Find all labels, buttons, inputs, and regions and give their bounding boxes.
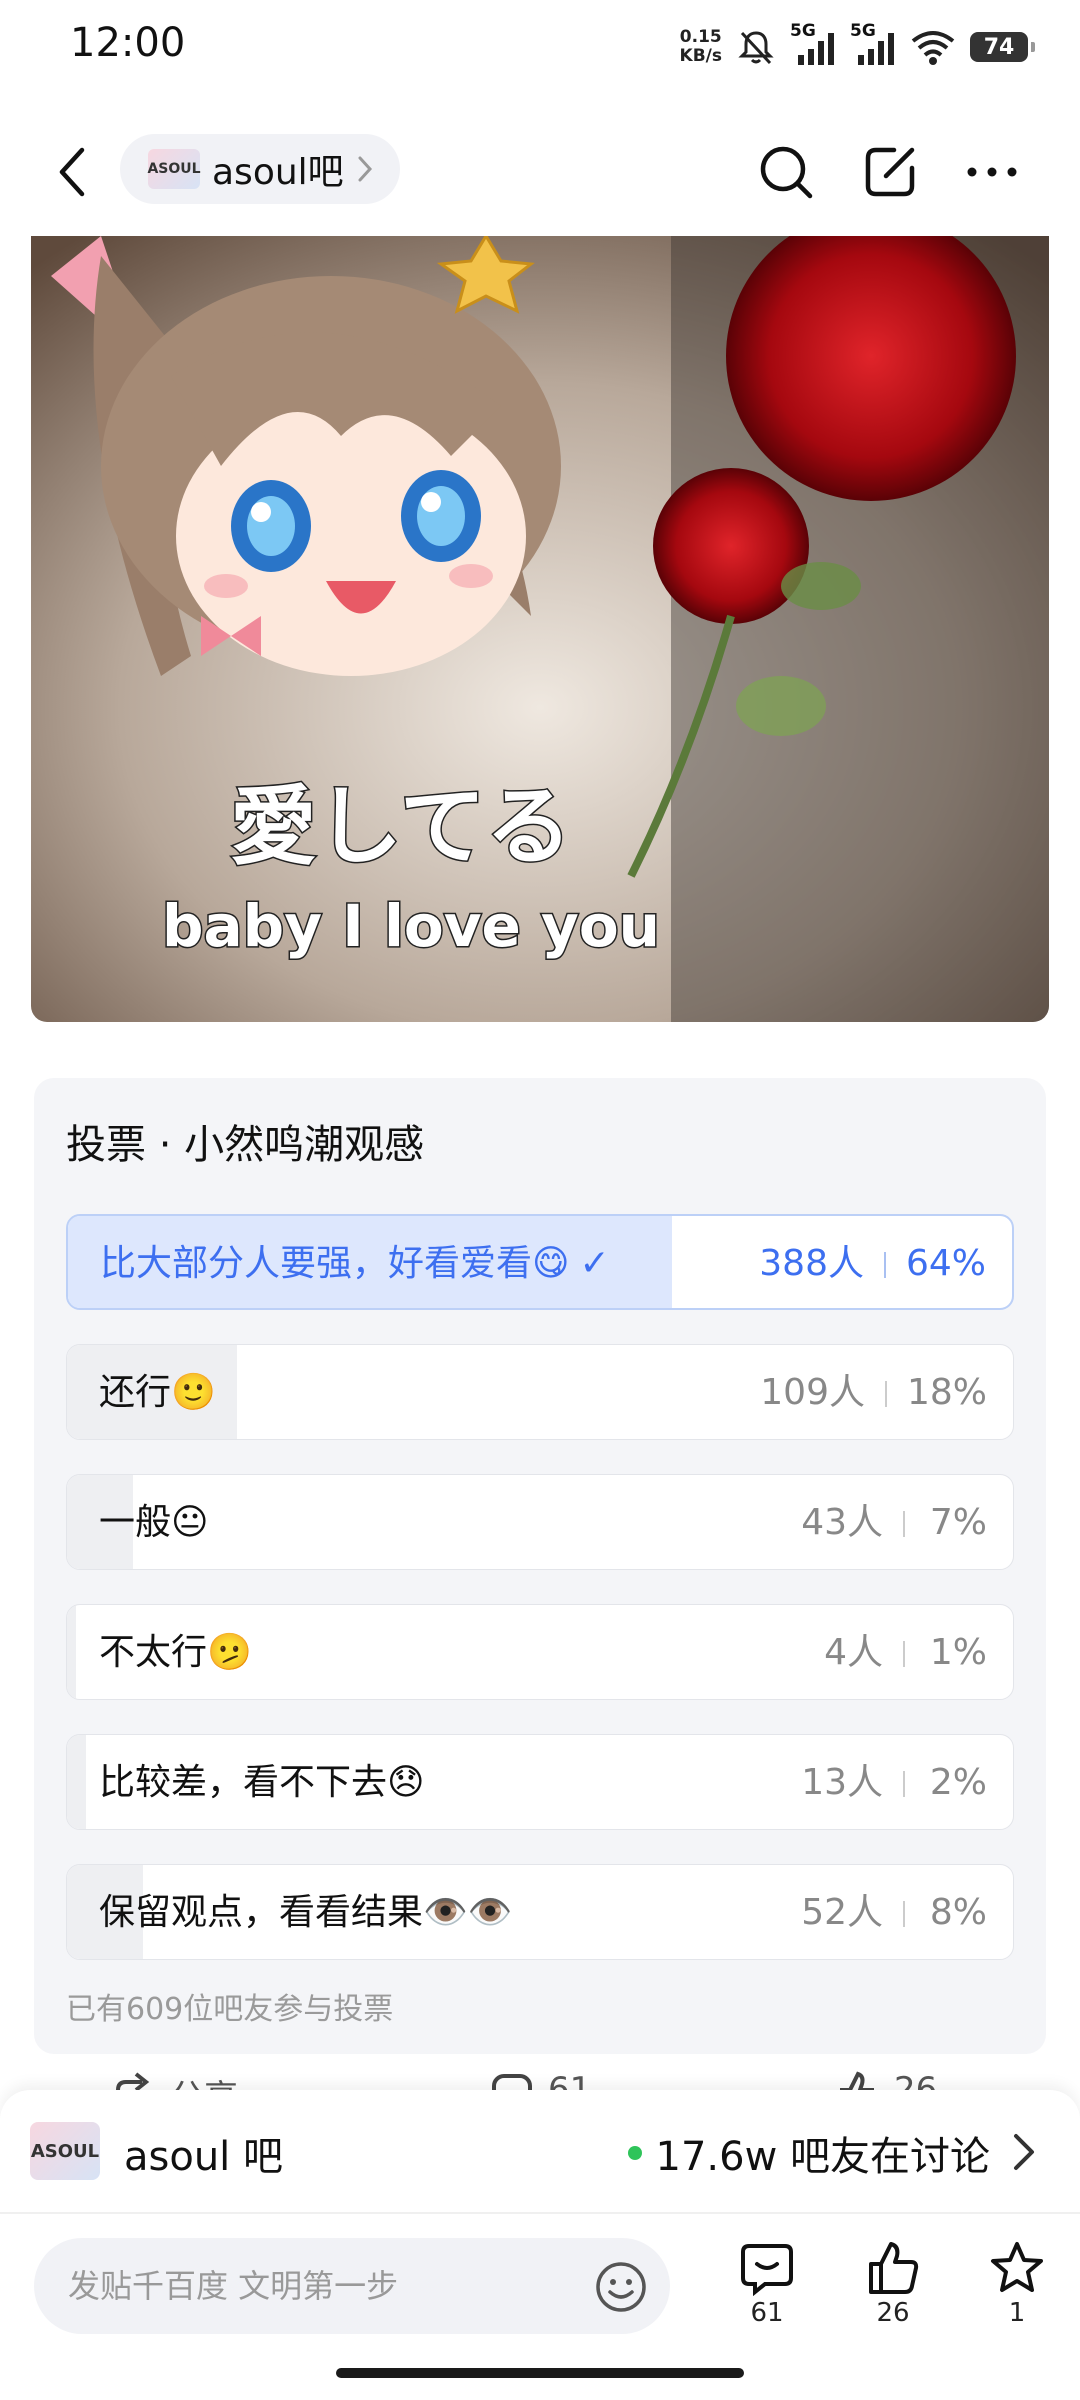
status-bar: 12:00 0.15 KB/s 5G 5G 74 <box>0 0 1080 96</box>
wifi-icon <box>911 31 955 65</box>
chevron-right-icon <box>358 156 372 182</box>
poll-card: 投票 · 小然鸣潮观感 比大部分人要强，好看爱看😋 ✓ 388人 64% 还行🙂 1… <box>34 1078 1046 2054</box>
battery-icon: 74 <box>970 32 1035 62</box>
mute-icon <box>738 31 774 65</box>
like-button[interactable]: 26 <box>848 2240 938 2328</box>
like-count: 26 <box>876 2298 910 2328</box>
poll-option-stats: 109人 18% <box>760 1345 987 1439</box>
thumb-up-icon <box>869 2242 919 2294</box>
online-count-text: 17.6w 吧友在讨论 <box>655 2134 991 2180</box>
network-speed: 0.15 KB/s <box>680 28 722 66</box>
signal-1-icon: 5G <box>790 21 836 67</box>
post-image-art: 愛してる baby I love you <box>31 236 1049 1022</box>
online-dot-icon <box>627 2146 642 2160</box>
poll-option-5[interactable]: 比较差，看不下去😞 13人 2% <box>66 1734 1014 1830</box>
rose-small <box>653 468 809 624</box>
poll-option-percent: 8% <box>929 1892 987 1933</box>
poll-option-label: 还行🙂 <box>99 1372 216 1413</box>
star-icon <box>991 2242 1043 2292</box>
chevron-right-icon <box>1014 2134 1034 2170</box>
poll-option-label: 保留观点，看看结果👁️👁️ <box>99 1892 513 1933</box>
poll-option-count: 109人 <box>760 1372 865 1413</box>
comment-input-placeholder: 发贴千百度 文明第一步 <box>68 2267 399 2305</box>
poll-option-fill <box>67 1735 86 1829</box>
network-speed-unit: KB/s <box>679 46 722 66</box>
emoji-icon[interactable] <box>594 2260 648 2314</box>
check-icon: ✓ <box>579 1243 610 1284</box>
poll-option-percent: 1% <box>929 1632 987 1673</box>
poll-option-stats: 388人 64% <box>759 1216 986 1308</box>
forum-logo-text: ASOUL <box>147 161 201 177</box>
poll-title: 投票 · 小然鸣潮观感 <box>66 1122 425 1168</box>
online-status: 17.6w 吧友在讨论 <box>627 2124 991 2182</box>
poll-participants: 已有609位吧友参与投票 <box>66 1992 394 2027</box>
forum-bar[interactable]: ASOUL asoul 吧 17.6w 吧友在讨论 <box>0 2090 1080 2214</box>
poll-option-label: 不太行🫤 <box>99 1632 252 1673</box>
poll-option-label: 一般😐 <box>99 1502 209 1543</box>
poll-option-fill <box>67 1605 77 1699</box>
poll-option-count: 13人 <box>801 1762 883 1803</box>
forum-pill[interactable]: ASOUL asoul吧 <box>120 134 400 204</box>
poll-option-text: 比大部分人要强，好看爱看😋 <box>100 1243 570 1284</box>
poll-option-percent: 64% <box>905 1243 986 1284</box>
battery-level: 74 <box>983 34 1015 60</box>
poll-option-1[interactable]: 比大部分人要强，好看爱看😋 ✓ 388人 64% <box>66 1214 1014 1310</box>
image-caption-jp: 愛してる <box>230 777 571 877</box>
search-icon[interactable] <box>756 142 816 202</box>
poll-option-2[interactable]: 还行🙂 109人 18% <box>66 1344 1014 1440</box>
comment-input[interactable]: 发贴千百度 文明第一步 <box>34 2238 670 2334</box>
poll-option-stats: 52人 8% <box>801 1865 987 1959</box>
forum-bar-logo: ASOUL <box>30 2122 100 2180</box>
forum-name: asoul吧 <box>212 152 344 193</box>
poll-option-4[interactable]: 不太行🫤 4人 1% <box>66 1604 1014 1700</box>
edit-icon[interactable] <box>860 142 920 202</box>
forum-logo: ASOUL <box>147 149 201 189</box>
poll-option-percent: 7% <box>929 1502 987 1543</box>
poll-option-3[interactable]: 一般😐 43人 7% <box>66 1474 1014 1570</box>
image-caption-en: baby I love you <box>162 892 660 960</box>
home-indicator[interactable] <box>336 2368 744 2378</box>
comment-count: 61 <box>750 2298 784 2328</box>
status-indicators: 0.15 KB/s 5G 5G 74 <box>680 21 1035 72</box>
poll-option-count: 388人 <box>759 1243 864 1284</box>
poll-option-percent: 18% <box>906 1372 987 1413</box>
poll-option-count: 43人 <box>801 1502 883 1543</box>
poll-option-stats: 43人 7% <box>801 1475 987 1569</box>
comment-button[interactable]: 61 <box>722 2240 812 2328</box>
poll-option-count: 52人 <box>801 1892 883 1933</box>
poll-option-label: 比大部分人要强，好看爱看😋 ✓ <box>100 1216 610 1308</box>
status-time: 12:00 <box>70 20 186 66</box>
poll-option-percent: 2% <box>929 1762 987 1803</box>
post-image[interactable]: 愛してる baby I love you <box>31 236 1049 1022</box>
poll-option-stats: 4人 1% <box>824 1605 987 1699</box>
comment-icon <box>741 2244 793 2296</box>
network-speed-value: 0.15 <box>679 27 722 47</box>
back-icon[interactable] <box>44 142 104 202</box>
poll-option-6[interactable]: 保留观点，看看结果👁️👁️ 52人 8% <box>66 1864 1014 1960</box>
poll-option-stats: 13人 2% <box>801 1735 987 1829</box>
poll-option-label: 比较差，看不下去😞 <box>99 1762 425 1803</box>
top-nav: ASOUL asoul吧 <box>0 120 1080 220</box>
poll-option-count: 4人 <box>824 1632 883 1673</box>
signal-2-icon: 5G <box>850 21 896 67</box>
favorite-count: 1 <box>1008 2298 1026 2328</box>
more-icon[interactable] <box>962 142 1022 202</box>
forum-bar-name: asoul 吧 <box>124 2134 284 2180</box>
forum-bar-logo-text: ASOUL <box>30 2140 100 2162</box>
favorite-button[interactable]: 1 <box>972 2240 1062 2328</box>
